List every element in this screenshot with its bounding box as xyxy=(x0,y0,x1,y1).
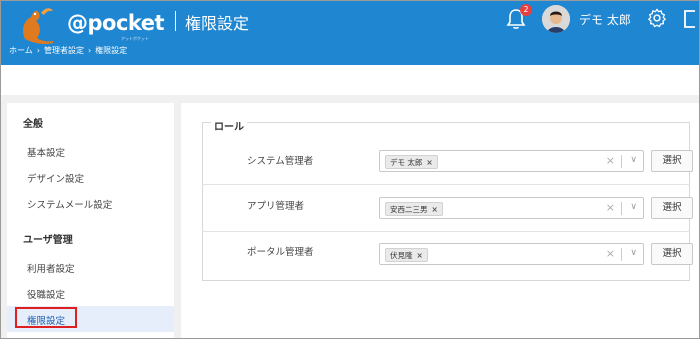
chevron-down-icon[interactable]: ∨ xyxy=(630,248,637,258)
chip-remove-icon[interactable]: × xyxy=(417,251,423,260)
chip-remove-icon[interactable]: × xyxy=(432,205,438,214)
sidebar-item-system-mail-settings[interactable]: システムメール設定 xyxy=(27,197,112,211)
selected-user-chip: デモ 太郎 × xyxy=(385,155,438,169)
selected-user-chip: 伏見隆 × xyxy=(385,248,428,262)
chip-remove-icon[interactable]: × xyxy=(426,158,432,167)
select-separator xyxy=(621,248,622,261)
logout-icon[interactable] xyxy=(683,9,699,29)
logo[interactable]: @pocket アットポケット xyxy=(11,5,165,44)
chip-label: 伏見隆 xyxy=(390,251,413,260)
chip-label: デモ 太郎 xyxy=(390,158,423,167)
sub-toolbar xyxy=(1,65,699,95)
main-content: ロール システム管理者 デモ 太郎 × × ∨ 選択 アプリ管理者 安西二三男 × … xyxy=(181,103,699,338)
select-button[interactable]: 選択 xyxy=(651,150,693,172)
select-button[interactable]: 選択 xyxy=(651,197,693,219)
avatar[interactable] xyxy=(542,5,570,33)
chip-label: 安西二三男 xyxy=(390,205,428,214)
sidebar: 全般 基本設定 デザイン設定 システムメール設定 ユーザ管理 利用者設定 役職設… xyxy=(7,103,174,338)
kangaroo-logo-icon xyxy=(23,8,53,44)
select-button[interactable]: 選択 xyxy=(651,243,693,265)
sidebar-item-design-settings[interactable]: デザイン設定 xyxy=(27,171,84,185)
role-select[interactable]: 伏見隆 × × ∨ xyxy=(379,243,644,265)
chevron-down-icon[interactable]: ∨ xyxy=(630,155,637,165)
breadcrumb-separator: › xyxy=(36,46,40,55)
clear-icon[interactable]: × xyxy=(606,247,615,260)
logo-text: @pocket xyxy=(67,11,165,35)
breadcrumb: ホーム › 管理者設定 › 権限設定 xyxy=(9,45,127,56)
breadcrumb-separator: › xyxy=(87,46,92,55)
sidebar-item-position-settings[interactable]: 役職設定 xyxy=(27,287,65,301)
breadcrumb-admin-settings[interactable]: 管理者設定 xyxy=(44,46,84,55)
breadcrumb-home[interactable]: ホーム xyxy=(9,46,33,55)
clear-icon[interactable]: × xyxy=(606,201,615,214)
user-photo-icon xyxy=(542,5,570,33)
breadcrumb-current: 権限設定 xyxy=(95,46,128,55)
user-name[interactable]: デモ 太郎 xyxy=(579,11,631,28)
highlight-box xyxy=(15,307,77,328)
sidebar-group-general: 全般 xyxy=(23,119,43,130)
role-select[interactable]: 安西二三男 × × ∨ xyxy=(379,197,644,219)
role-select[interactable]: デモ 太郎 × × ∨ xyxy=(379,150,644,172)
logo-subtext: アットポケット xyxy=(121,36,149,41)
sidebar-item-user-settings[interactable]: 利用者設定 xyxy=(27,261,75,275)
sidebar-item-basic-settings[interactable]: 基本設定 xyxy=(27,145,65,159)
sidebar-group-user-management: ユーザ管理 xyxy=(23,235,73,246)
clear-icon[interactable]: × xyxy=(606,154,615,167)
selected-user-chip: 安西二三男 × xyxy=(385,202,443,216)
gear-icon[interactable] xyxy=(646,7,668,29)
select-separator xyxy=(621,202,622,215)
header-divider xyxy=(175,11,176,31)
role-row-portal-admin: ポータル管理者 伏見隆 × × ∨ 選択 xyxy=(202,231,693,277)
roles-legend: ロール xyxy=(211,118,247,133)
header-bar: @pocket アットポケット 権限設定 ホーム › 管理者設定 › 権限設定 2 デモ… xyxy=(1,1,699,65)
role-label: ポータル管理者 xyxy=(247,247,314,258)
role-label: システム管理者 xyxy=(247,156,314,167)
role-label: アプリ管理者 xyxy=(247,201,305,212)
role-row-system-admin: システム管理者 デモ 太郎 × × ∨ 選択 xyxy=(202,137,693,183)
role-row-app-admin: アプリ管理者 安西二三男 × × ∨ 選択 xyxy=(202,184,693,230)
select-separator xyxy=(621,155,622,168)
page-title: 権限設定 xyxy=(185,14,250,33)
notification-badge: 2 xyxy=(520,4,532,16)
window: @pocket アットポケット 権限設定 ホーム › 管理者設定 › 権限設定 2 デモ… xyxy=(0,0,700,339)
chevron-down-icon[interactable]: ∨ xyxy=(630,202,637,212)
